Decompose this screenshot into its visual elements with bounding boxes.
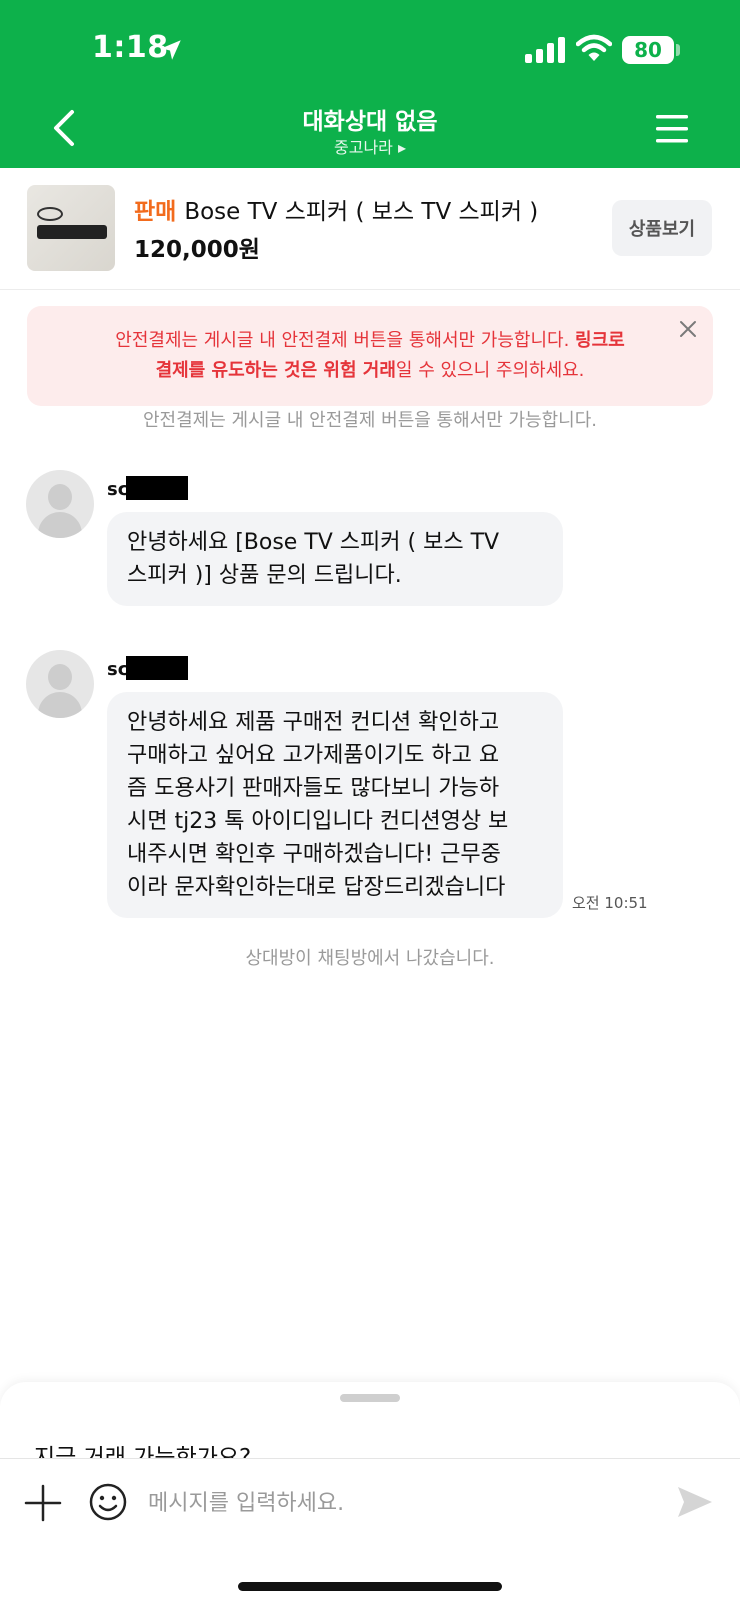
avatar-body [38,512,82,538]
warning-bold-1: 링크로 [575,330,625,351]
message-line: 시면 tj23 톡 아이디입니다 컨디션영상 보 [127,809,509,834]
menu-icon[interactable] [654,112,690,146]
message-time: 오전 10:51 [572,894,648,912]
status-bar: 1:18 80 [0,0,740,90]
avatar-head [48,484,72,510]
redaction-box [126,476,189,500]
warning-line-2: 결제를 유도하는 것은 위험 거래일 수 있으니 주의하세요. [27,356,713,386]
product-name: Bose TV 스피커 ( 보스 TV 스피커 ) [184,199,539,225]
message-bubble[interactable]: 안녕하세요 [Bose TV 스피커 ( 보스 TV 스피커 )] 상품 문의 … [107,512,563,606]
safe-payment-warning: 안전결제는 게시글 내 안전결제 버튼을 통해서만 가능합니다. 링크로 결제를… [27,306,713,406]
sale-tag: 판매 [134,199,177,225]
avatar-body [38,692,82,718]
avatar-head [48,664,72,690]
view-product-button[interactable]: 상품보기 [612,200,712,256]
close-icon[interactable] [677,318,699,340]
warning-text-2: 일 수 있으니 주의하세요. [395,360,585,381]
message-line: 이라 문자확인하는대로 답장드리겠습니다 [127,875,506,900]
wifi-icon [576,34,612,61]
home-indicator [238,1582,502,1591]
message-line: 내주시면 확인후 구매하겠습니다! 근무중 [127,842,501,867]
thumbnail-soundbar [37,225,107,239]
warning-text-1: 안전결제는 게시글 내 안전결제 버튼을 통해서만 가능합니다. [115,330,576,351]
avatar-icon[interactable] [26,470,94,538]
composer-sheet: 지금 거래 가능한가요? [0,1382,740,1603]
sender-name-text: sc [107,479,129,500]
battery-indicator: 80 [622,36,674,64]
product-card[interactable]: 판매 Bose TV 스피커 ( 보스 TV 스피커 ) 120,000원 상품보… [0,168,740,290]
message-input[interactable] [148,1484,638,1522]
battery-level: 80 [634,38,662,62]
message-line: 구매하고 싶어요 고가제품이기도 하고 요 [127,743,500,768]
product-thumbnail[interactable] [27,185,115,271]
emoji-icon[interactable] [88,1482,128,1522]
left-chat-notice: 상대방이 채팅방에서 나갔습니다. [245,948,495,969]
message-bubble[interactable]: 안녕하세요 제품 구매전 컨디션 확인하고 구매하고 싶어요 고가제품이기도 하… [107,692,563,918]
sender-name: sc [107,656,189,680]
sheet-grabber[interactable] [340,1394,400,1402]
message-line: 안녕하세요 [Bose TV 스피커 ( 보스 TV [127,530,500,555]
plus-icon[interactable] [24,1484,62,1522]
redaction-box [126,656,189,680]
app-header: 1:18 80 대화상대 없음 중고나라 ▸ [0,0,740,168]
product-title: 판매 Bose TV 스피커 ( 보스 TV 스피커 ) [134,192,538,226]
sender-name-text: sc [107,659,129,680]
warning-line-1: 안전결제는 게시글 내 안전결제 버튼을 통해서만 가능합니다. 링크로 [27,326,713,356]
avatar-icon[interactable] [26,650,94,718]
message-line: 안녕하세요 제품 구매전 컨디션 확인하고 [127,710,500,735]
warning-bold-2: 결제를 유도하는 것은 위험 거래 [155,360,396,381]
sender-name: sc [107,476,189,500]
quick-reply-suggestion[interactable]: 지금 거래 가능한가요? [34,1438,251,1458]
page-subtitle-link[interactable]: 중고나라 ▸ [0,134,740,158]
system-notice: 안전결제는 게시글 내 안전결제 버튼을 통해서만 가능합니다. [142,410,598,431]
composer-divider [0,1458,740,1459]
send-icon[interactable] [676,1484,714,1520]
quick-reply-strip: 지금 거래 가능한가요? [0,1432,740,1458]
message-line: 즘 도용사기 판매자들도 많다보니 가능하 [127,776,500,801]
thumbnail-cable [37,207,63,221]
location-arrow-icon [161,40,181,60]
signal-icon [525,37,565,63]
page-title: 대화상대 없음 [302,109,438,135]
battery-tip [676,44,680,56]
message-line: 스피커 )] 상품 문의 드립니다. [127,563,402,588]
product-price: 120,000원 [134,237,260,263]
